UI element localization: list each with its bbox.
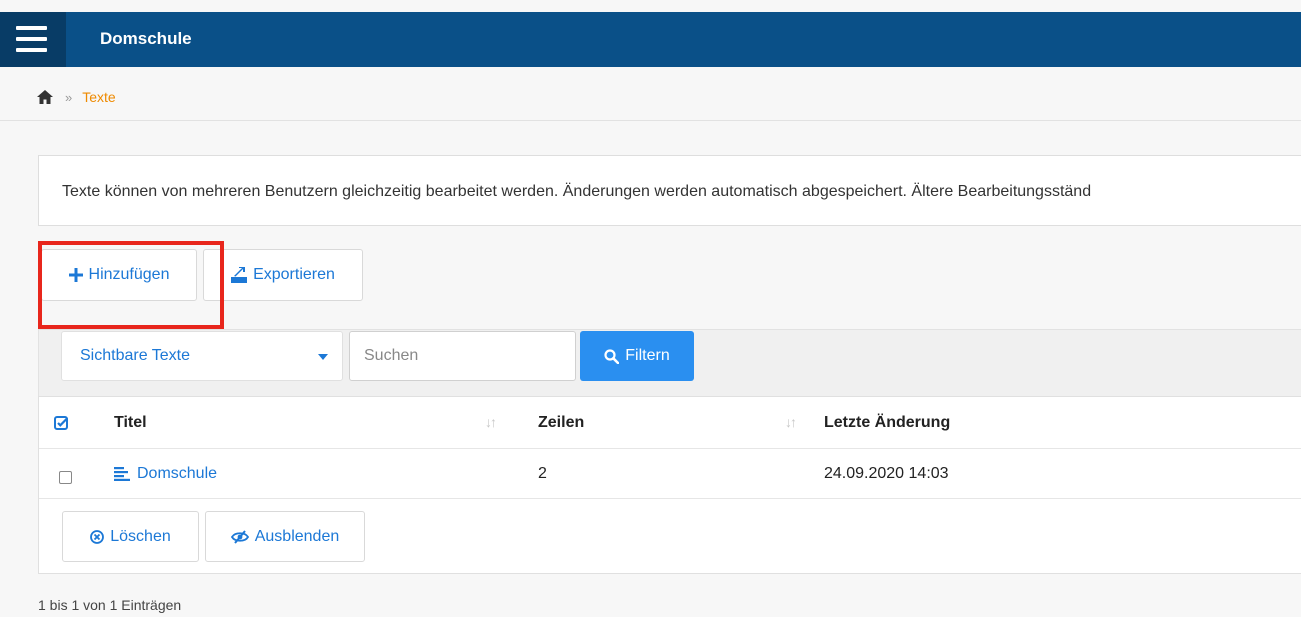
row-checkbox[interactable]: [59, 471, 72, 484]
breadcrumb-divider: [0, 120, 1301, 121]
home-icon[interactable]: [37, 90, 53, 104]
hamburger-icon: [16, 26, 47, 30]
add-button[interactable]: Hinzufügen: [41, 249, 197, 301]
search-input[interactable]: [349, 331, 576, 381]
row-modified: 24.09.2020 14:03: [824, 464, 949, 482]
table-row: Domschule 2 24.09.2020 14:03: [39, 449, 1301, 499]
breadcrumb: » Texte: [37, 87, 116, 107]
breadcrumb-separator: »: [65, 89, 73, 105]
row-lines: 2: [538, 464, 547, 482]
visibility-select[interactable]: Sichtbare Texte: [61, 331, 343, 381]
select-all-checkbox-icon[interactable]: [54, 397, 68, 448]
table-header-row: Titel ↓↑ Zeilen ↓↑ Letzte Änderung: [39, 397, 1301, 449]
search-icon: [604, 348, 620, 364]
plus-icon: [68, 268, 83, 282]
export-button[interactable]: Exportieren: [203, 249, 363, 301]
info-box: Texte können von mehreren Benutzern glei…: [38, 155, 1301, 226]
column-header-lines[interactable]: Zeilen: [538, 397, 584, 448]
info-text: Texte können von mehreren Benutzern glei…: [62, 183, 1092, 200]
sort-icon[interactable]: ↓↑: [485, 414, 497, 430]
filter-button[interactable]: Filtern: [580, 331, 694, 381]
caret-down-icon: [318, 354, 328, 360]
menu-toggle-button[interactable]: [0, 12, 66, 67]
top-navbar: Domschule: [0, 12, 1301, 67]
row-title: Domschule: [137, 464, 218, 482]
hide-button[interactable]: Ausblenden: [205, 511, 365, 562]
eye-slash-icon: [230, 529, 249, 544]
column-header-title[interactable]: Titel: [114, 397, 147, 448]
delete-button-label: Löschen: [110, 527, 171, 545]
circle-x-icon: [90, 529, 105, 544]
texts-table: Titel ↓↑ Zeilen ↓↑ Letzte Änderung Domsc…: [38, 396, 1301, 574]
export-icon: [231, 267, 248, 283]
export-button-label: Exportieren: [253, 266, 335, 283]
bulk-actions-row: Löschen Ausblenden: [39, 499, 1301, 573]
hide-button-label: Ausblenden: [254, 527, 340, 545]
column-header-modified[interactable]: Letzte Änderung: [824, 397, 950, 448]
entries-info: 1 bis 1 von 1 Einträgen: [38, 597, 182, 613]
row-title-link[interactable]: Domschule: [114, 449, 217, 498]
add-button-label: Hinzufügen: [88, 266, 170, 283]
sort-icon[interactable]: ↓↑: [785, 414, 797, 430]
filter-button-label: Filtern: [625, 347, 670, 364]
app-title[interactable]: Domschule: [100, 29, 192, 49]
text-lines-icon: [114, 466, 130, 481]
breadcrumb-current: Texte: [82, 89, 116, 105]
visibility-select-value: Sichtbare Texte: [80, 347, 190, 364]
delete-button[interactable]: Löschen: [62, 511, 199, 562]
